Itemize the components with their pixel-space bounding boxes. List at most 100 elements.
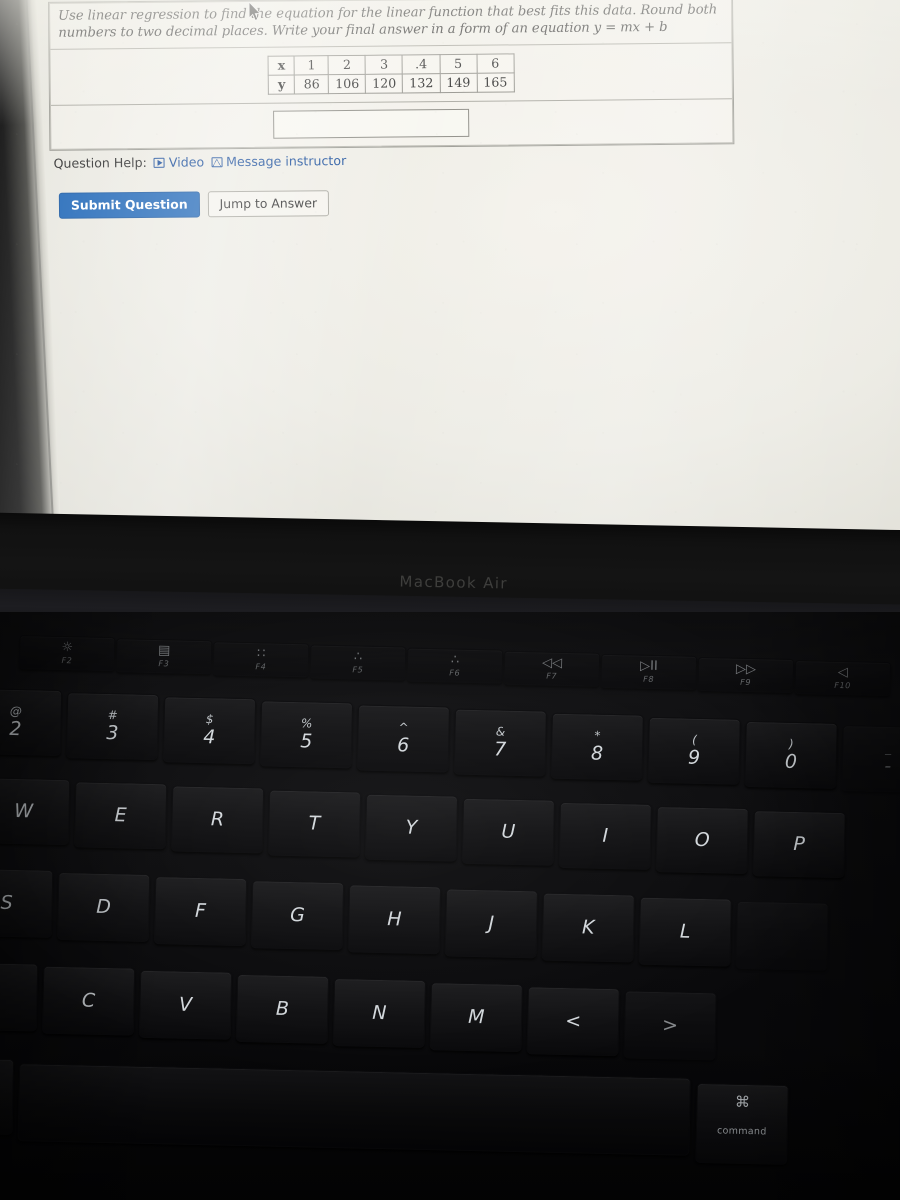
- submit-question-button[interactable]: Submit Question: [58, 191, 200, 219]
- question-card: Use linear regression to find the equati…: [47, 0, 735, 151]
- key-f3[interactable]: ▤ F3: [115, 638, 213, 675]
- key-b[interactable]: B: [235, 973, 330, 1044]
- key-i-label: I: [602, 824, 609, 847]
- mission-control-icon: ▤: [157, 643, 171, 659]
- key-minus-shift-label: _: [885, 740, 892, 756]
- mail-icon: [211, 156, 223, 167]
- key-period[interactable]: >: [623, 990, 717, 1061]
- play-pause-icon: ▷II: [639, 658, 658, 674]
- key-4[interactable]: $ 4: [162, 696, 257, 765]
- key-f2[interactable]: ☼ F2: [18, 635, 116, 672]
- key-5[interactable]: % 5: [259, 700, 354, 769]
- keyboard-brightness-up-icon: ∴: [450, 652, 460, 668]
- key-minus[interactable]: _ -: [841, 725, 900, 794]
- key-9-label: 9: [687, 746, 701, 769]
- question-prompt-text: Use linear regression to find the equati…: [58, 2, 718, 42]
- key-6-label: 6: [396, 734, 410, 757]
- key-m[interactable]: M: [429, 982, 524, 1053]
- webpage-content: Use linear regression to find the equati…: [0, 0, 900, 540]
- key-f10[interactable]: ◁ F10: [794, 659, 892, 697]
- key-w-label: W: [14, 799, 34, 822]
- key-f[interactable]: F: [153, 876, 248, 947]
- key-x[interactable]: X: [0, 961, 39, 1032]
- key-0[interactable]: ) 0: [744, 720, 838, 789]
- key-0-shift-label: ): [788, 736, 794, 751]
- key-semicolon[interactable]: [735, 900, 829, 971]
- key-f4[interactable]: ∷ F4: [212, 641, 310, 678]
- key-f10-label: F10: [834, 680, 851, 691]
- video-help-link[interactable]: Video: [153, 154, 204, 170]
- fast-forward-icon: ▷▷: [735, 661, 757, 678]
- key-t-label: T: [308, 811, 321, 835]
- table-row-x: x 1 2 3 .4 5 6: [268, 53, 514, 76]
- key-f7[interactable]: ◁◁ F7: [503, 650, 601, 687]
- key-f9-label: F9: [740, 677, 752, 688]
- table-header-x: x: [268, 55, 295, 76]
- key-d[interactable]: D: [56, 871, 151, 942]
- answer-input[interactable]: [272, 108, 469, 139]
- key-k[interactable]: K: [541, 892, 635, 963]
- key-g-label: G: [289, 903, 306, 926]
- cell-x-2: 2: [328, 55, 366, 75]
- key-t[interactable]: T: [267, 789, 362, 858]
- cell-x-1: 1: [294, 55, 329, 75]
- launchpad-icon: ∷: [256, 646, 266, 662]
- cell-y-6: 165: [476, 72, 514, 93]
- cell-y-5: 149: [439, 73, 477, 93]
- key-f6[interactable]: ∴ F6: [406, 647, 504, 684]
- key-p[interactable]: P: [752, 810, 846, 879]
- key-i[interactable]: I: [558, 801, 652, 870]
- key-5-label: 5: [299, 730, 313, 753]
- question-help-row: Question Help: Video Message instructor: [53, 153, 346, 171]
- key-u[interactable]: U: [461, 797, 556, 866]
- key-f9[interactable]: ▷▷ F9: [697, 656, 795, 693]
- key-space[interactable]: [17, 1063, 692, 1156]
- key-v-label: V: [178, 993, 193, 1016]
- key-c[interactable]: C: [41, 965, 136, 1036]
- cell-y-1: 86: [294, 74, 329, 94]
- key-r[interactable]: R: [170, 785, 265, 854]
- key-s[interactable]: S: [0, 867, 54, 938]
- key-y[interactable]: Y: [364, 793, 459, 862]
- key-9-shift-label: (: [691, 732, 697, 747]
- cell-x-6: 6: [476, 53, 514, 74]
- key-f8[interactable]: ▷II F8: [600, 653, 698, 690]
- key-y-label: Y: [405, 816, 418, 839]
- key-2[interactable]: @ 2: [0, 687, 63, 756]
- key-o[interactable]: O: [655, 805, 749, 874]
- key-0-label: 0: [784, 750, 798, 774]
- key-l[interactable]: L: [638, 896, 732, 967]
- message-instructor-link[interactable]: Message instructor: [211, 153, 346, 169]
- brightness-up-icon: ☼: [61, 639, 74, 656]
- key-f6-label: F6: [449, 668, 461, 678]
- command-icon-right: ⌘: [734, 1092, 751, 1112]
- key-v[interactable]: V: [138, 969, 233, 1040]
- key-command-left[interactable]: ⌘ command: [0, 1057, 15, 1136]
- key-k-label: K: [581, 915, 595, 939]
- key-j-label: J: [488, 911, 495, 934]
- key-g[interactable]: G: [250, 880, 345, 951]
- key-comma[interactable]: <: [526, 986, 620, 1057]
- key-m-label: M: [467, 1005, 485, 1028]
- key-e[interactable]: E: [73, 781, 168, 850]
- table-header-y: y: [268, 74, 295, 95]
- key-n[interactable]: N: [332, 977, 427, 1048]
- key-6[interactable]: ^ 6: [356, 704, 451, 773]
- question-data-table-zone: x 1 2 3 .4 5 6 y 86 106 120 132 149 165: [50, 43, 732, 106]
- key-9[interactable]: ( 9: [647, 716, 741, 785]
- key-3[interactable]: # 3: [65, 692, 160, 761]
- key-7[interactable]: & 7: [453, 708, 547, 777]
- cell-y-4: 132: [402, 73, 440, 93]
- key-8[interactable]: * 8: [550, 712, 644, 781]
- key-j[interactable]: J: [444, 888, 539, 959]
- key-f8-label: F8: [643, 674, 655, 684]
- key-3-shift-label: #: [107, 707, 118, 723]
- jump-to-answer-button[interactable]: Jump to Answer: [207, 190, 330, 218]
- key-command-right[interactable]: ⌘ command: [695, 1082, 789, 1165]
- key-comma-label: <: [565, 1009, 582, 1032]
- key-f5[interactable]: ∴ F5: [309, 644, 407, 681]
- key-w[interactable]: W: [0, 777, 71, 846]
- key-p-label: P: [793, 832, 806, 855]
- question-answer-zone: [51, 99, 732, 149]
- key-h[interactable]: H: [347, 884, 442, 955]
